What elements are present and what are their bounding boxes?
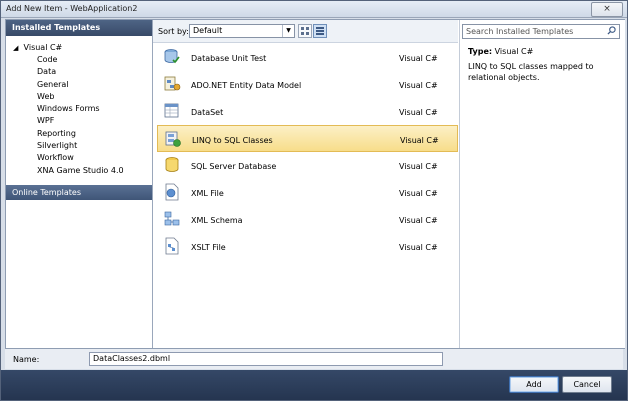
template-type-line: Type: Visual C# xyxy=(468,47,533,56)
name-bar: Name: DataClasses2.dbml xyxy=(5,349,623,369)
templates-list: Database Unit Test Visual C# ADO.NET Ent… xyxy=(157,44,458,260)
database-unit-test-icon xyxy=(164,49,180,64)
cancel-button[interactable]: Cancel xyxy=(562,376,612,393)
template-name: Database Unit Test xyxy=(191,54,267,63)
xml-schema-icon xyxy=(164,211,180,226)
type-label: Type: xyxy=(468,47,493,56)
template-type: Visual C# xyxy=(399,54,438,63)
template-row[interactable]: XSLT File Visual C# xyxy=(157,233,458,260)
template-name: SQL Server Database xyxy=(191,162,277,171)
tree-item-web[interactable]: Web xyxy=(6,91,152,103)
chevron-down-icon[interactable]: ▼ xyxy=(282,25,294,37)
expand-triangle-icon[interactable]: ◢ xyxy=(13,42,21,54)
template-name: XSLT File xyxy=(191,243,226,252)
tree-item-reporting[interactable]: Reporting xyxy=(6,128,152,140)
template-tree: ◢ Visual C# Code Data General Web Window… xyxy=(6,36,152,177)
tree-item-wpf[interactable]: WPF xyxy=(6,115,152,127)
tree-item-windows-forms[interactable]: Windows Forms xyxy=(6,103,152,115)
title-bar[interactable]: Add New Item - WebApplication2 × xyxy=(1,1,627,18)
name-input[interactable]: DataClasses2.dbml xyxy=(89,352,443,366)
template-row[interactable]: ADO.NET Entity Data Model Visual C# xyxy=(157,71,458,98)
small-icons-view-button[interactable] xyxy=(298,24,312,38)
template-type: Visual C# xyxy=(399,81,438,90)
close-button[interactable]: × xyxy=(591,2,623,17)
search-installed-templates-input[interactable]: Search Installed Templates xyxy=(462,24,620,39)
tree-item-workflow[interactable]: Workflow xyxy=(6,152,152,164)
entity-model-icon xyxy=(164,76,181,91)
tree-item-code[interactable]: Code xyxy=(6,54,152,66)
template-type: Visual C# xyxy=(399,162,438,171)
xslt-file-icon xyxy=(165,237,179,255)
template-type: Visual C# xyxy=(399,108,438,117)
online-templates-header[interactable]: Online Templates xyxy=(6,185,152,200)
dialog-body: Installed Templates ◢ Visual C# Code Dat… xyxy=(5,19,625,349)
template-type: Visual C# xyxy=(399,189,438,198)
template-description: LINQ to SQL classes mapped to relational… xyxy=(468,62,594,82)
templates-tree-pane: Installed Templates ◢ Visual C# Code Dat… xyxy=(6,20,153,348)
template-row[interactable]: Database Unit Test Visual C# xyxy=(157,44,458,71)
tree-item-data[interactable]: Data xyxy=(6,66,152,78)
add-button[interactable]: Add xyxy=(509,376,559,393)
template-row[interactable]: SQL Server Database Visual C# xyxy=(157,152,458,179)
template-name: XML File xyxy=(191,189,224,198)
list-view-icon xyxy=(316,27,324,35)
template-name: DataSet xyxy=(191,108,224,117)
template-type: Visual C# xyxy=(400,136,439,145)
tree-item-general[interactable]: General xyxy=(6,79,152,91)
dataset-icon xyxy=(164,103,179,118)
template-name: LINQ to SQL Classes xyxy=(192,136,273,145)
template-type: Visual C# xyxy=(399,243,438,252)
tree-root-label: Visual C# xyxy=(23,43,63,52)
dialog-footer: Add Cancel xyxy=(1,370,627,400)
tree-item-xna[interactable]: XNA Game Studio 4.0 xyxy=(6,165,152,177)
search-placeholder: Search Installed Templates xyxy=(466,27,574,36)
name-input-value: DataClasses2.dbml xyxy=(93,354,171,363)
template-details-pane: Search Installed Templates Type: Visual … xyxy=(459,20,625,348)
xml-file-icon xyxy=(165,183,179,201)
sql-database-icon xyxy=(165,157,179,172)
list-view-button[interactable] xyxy=(313,24,327,38)
type-value: Visual C# xyxy=(494,47,534,56)
search-icon[interactable] xyxy=(607,26,616,35)
small-icons-view-icon xyxy=(301,27,309,35)
template-name: ADO.NET Entity Data Model xyxy=(191,81,302,90)
add-new-item-dialog: Add New Item - WebApplication2 × Install… xyxy=(0,0,628,401)
template-row[interactable]: XML Schema Visual C# xyxy=(157,206,458,233)
template-row-selected[interactable]: LINQ to SQL Classes Visual C# xyxy=(157,125,458,152)
name-label: Name: xyxy=(13,355,40,364)
sort-by-label: Sort by: xyxy=(158,27,189,36)
templates-list-pane: Sort by: Default ▼ Database Unit Test Vi… xyxy=(153,20,458,348)
installed-templates-header[interactable]: Installed Templates xyxy=(6,20,152,36)
template-type: Visual C# xyxy=(399,216,438,225)
sort-by-dropdown[interactable]: Default ▼ xyxy=(189,24,295,38)
template-name: XML Schema xyxy=(191,216,243,225)
template-row[interactable]: XML File Visual C# xyxy=(157,179,458,206)
tree-item-silverlight[interactable]: Silverlight xyxy=(6,140,152,152)
linq-icon xyxy=(165,131,181,147)
tree-item-visual-csharp[interactable]: ◢ Visual C# xyxy=(6,42,152,54)
sort-by-value: Default xyxy=(193,26,223,35)
list-toolbar: Sort by: Default ▼ xyxy=(153,20,458,43)
template-row[interactable]: DataSet Visual C# xyxy=(157,98,458,125)
window-title: Add New Item - WebApplication2 xyxy=(6,4,138,13)
